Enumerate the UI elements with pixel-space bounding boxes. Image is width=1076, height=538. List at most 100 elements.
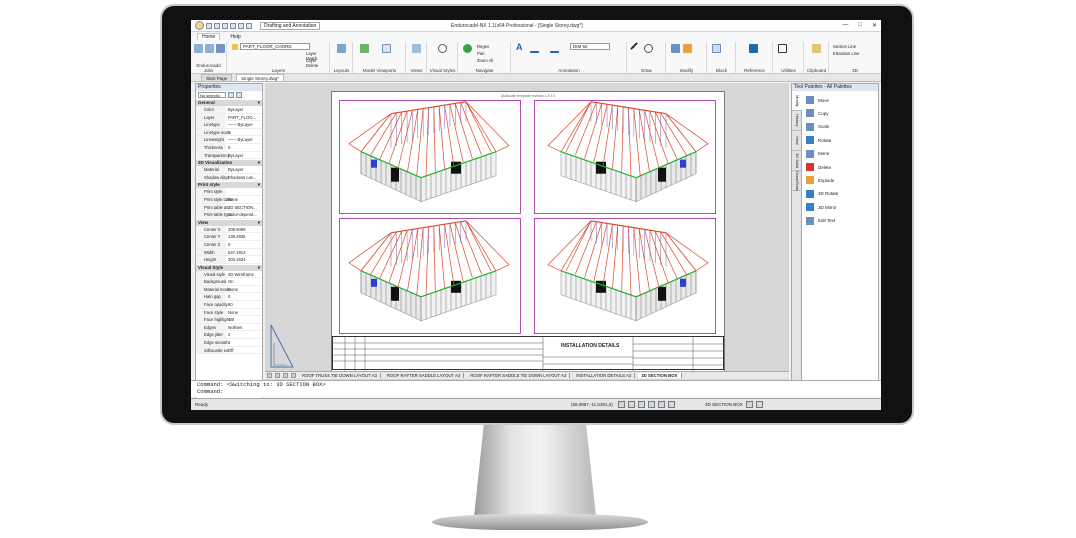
layer-dropdown[interactable]: PART_FLOOR_CHORD (240, 43, 310, 50)
modify-tool-icon[interactable] (683, 44, 692, 53)
viewport-1[interactable] (339, 100, 521, 214)
redo-icon[interactable] (246, 22, 252, 29)
command-line[interactable]: Command: <Switching to: 3D SECTION BOX> … (191, 380, 881, 397)
explore-jobs-icon[interactable] (216, 44, 225, 53)
props-row[interactable]: Center Y 139.2935 (196, 233, 262, 241)
tab-help[interactable]: Help (230, 34, 240, 40)
pan-button[interactable]: Pan (477, 51, 484, 56)
prop-value[interactable]: Off (226, 347, 262, 354)
props-row[interactable]: Material mode None (196, 285, 262, 294)
prop-value[interactable]: 0 (226, 293, 262, 300)
props-row[interactable]: Halo gap 0 (196, 293, 262, 302)
command-input[interactable]: Command: (197, 388, 881, 395)
props-section-general[interactable]: General (196, 100, 262, 106)
update-job-icon[interactable] (205, 44, 214, 53)
viewports-icon[interactable] (360, 44, 369, 53)
undo-icon[interactable] (238, 22, 244, 29)
props-row[interactable]: Print style table None (196, 195, 262, 204)
lineweight-icon[interactable] (668, 401, 675, 408)
prop-value[interactable]: ByLayer (226, 152, 262, 159)
installation-details-icon[interactable] (749, 44, 758, 53)
viewport-layout-icon[interactable] (382, 44, 391, 53)
props-row[interactable]: Linetype —— ByLayer (196, 121, 262, 129)
dim-style-dropdown[interactable]: DIM 50 (570, 43, 610, 50)
palette-tab-history[interactable]: History (792, 111, 802, 131)
prop-value[interactable]: None (226, 309, 262, 316)
move-icon[interactable] (671, 44, 680, 53)
props-row[interactable]: Center Z0 (196, 240, 262, 249)
layout-tab-installation-details[interactable]: INSTALLATION DETAILS A3 (573, 373, 636, 378)
viewport-4[interactable] (534, 218, 716, 334)
prop-value[interactable]: 139.2935 (226, 233, 262, 240)
palette-item-3d-mirror[interactable]: 3D Mirror (806, 201, 837, 213)
prop-value[interactable]: 0 (226, 144, 262, 151)
fullscreen-icon[interactable] (755, 401, 763, 408)
line-icon[interactable] (630, 42, 643, 55)
palette-item-scale[interactable]: Scale (806, 121, 829, 133)
props-section-print-style[interactable]: Print style (196, 182, 262, 189)
elevation-line-button[interactable]: Elevation Line (833, 51, 859, 56)
props-row[interactable]: Face style None (196, 308, 262, 317)
props-row[interactable]: Color ByLayer (196, 106, 262, 114)
prop-value[interactable]: 0 (226, 241, 262, 248)
close-icon[interactable]: ✕ (872, 22, 877, 29)
prop-value[interactable]: 1 (226, 339, 262, 346)
settings-icon[interactable] (745, 401, 753, 408)
prop-value[interactable]: —— ByLayer (226, 121, 262, 128)
orbit-icon[interactable] (463, 44, 472, 53)
props-row[interactable]: Print table att 3D SECTION... (196, 203, 262, 212)
group-icon[interactable] (778, 44, 787, 53)
palette-item-rotate[interactable]: Rotate (806, 134, 831, 146)
layout-tab-3d-section-box[interactable]: 3D SECTION BOX (638, 373, 682, 378)
prop-value[interactable]: -30 (226, 316, 262, 323)
quick-select-icon[interactable] (228, 92, 234, 98)
palette-item-3d-rotate[interactable]: 3D Rotate (806, 188, 838, 200)
polar-icon[interactable] (648, 401, 655, 408)
props-row[interactable]: Face opacity 60 (196, 301, 262, 309)
palette-item-move[interactable]: Move (806, 94, 829, 106)
app-menu-icon[interactable] (195, 21, 204, 30)
palette-item-explode[interactable]: Explode (806, 174, 834, 186)
prop-value[interactable]: 3D SECTION... (226, 204, 262, 211)
prop-value[interactable]: ByLayer (226, 106, 262, 113)
open-icon[interactable] (214, 22, 220, 29)
layer-bulb-icon[interactable] (232, 44, 238, 50)
prop-value[interactable]: 303.1634 (226, 256, 262, 263)
paste-icon[interactable] (812, 44, 821, 53)
zoom-all-button[interactable]: Zoom All (477, 58, 493, 63)
palette-item-edit-text[interactable]: Edit Text (806, 215, 835, 227)
tab-start-page[interactable]: Start Page (201, 74, 233, 81)
layout-tab-truss-tie-down[interactable]: ROOF TRUSS TIE DOWN LAYOUT A3 (299, 373, 381, 378)
props-row[interactable]: Background On (196, 278, 262, 286)
props-row[interactable]: Print style (196, 188, 262, 196)
props-row[interactable]: Center X 209.5099 (196, 225, 262, 234)
props-row[interactable]: Print table type Color-depend... (196, 211, 262, 219)
prop-value[interactable]: On (226, 278, 262, 285)
prop-value[interactable]: 1 (226, 129, 262, 136)
prop-value[interactable]: Shadows cas... (226, 174, 262, 181)
prev-layout-icon[interactable] (275, 373, 280, 378)
minimize-icon[interactable]: — (842, 22, 848, 29)
next-layout-icon[interactable] (283, 373, 288, 378)
layer-delete-button[interactable]: Layer Delete (306, 58, 329, 68)
drawing-area[interactable]: Quikscale template revision 1.8 1.0 INST… (265, 83, 789, 397)
palette-tab-draw-grids[interactable]: Draw/Grids (792, 171, 802, 191)
palette-tab-3d-solid[interactable]: 3D Solid (792, 151, 802, 171)
first-layout-icon[interactable] (267, 373, 272, 378)
wireframe-icon[interactable] (438, 44, 447, 53)
circle-icon[interactable] (644, 44, 653, 53)
tab-home[interactable]: Home (197, 33, 221, 40)
props-row[interactable]: Layer PART_FLOO... (196, 113, 262, 122)
props-row[interactable]: Silhouette ed Off (196, 346, 262, 355)
load-job-icon[interactable] (194, 44, 203, 53)
props-row[interactable]: Face highlight -30 (196, 316, 262, 324)
layout-tab-rafter-saddle-tie-down[interactable]: ROOF RAFTER SADDLE TIE DOWN LAYOUT A3 (467, 373, 571, 378)
props-section-visual-style[interactable]: Visual Style (196, 264, 262, 271)
tab-drawing[interactable]: Single Storey.dwg* (236, 74, 284, 81)
prop-value[interactable]: None (226, 286, 262, 293)
prop-value[interactable]: 209.5099 (226, 226, 262, 233)
selection-dropdown[interactable]: No selectio (198, 92, 226, 98)
palette-item-mirror[interactable]: Mirror (806, 148, 830, 160)
props-row[interactable]: Visual style 2D Wireframe (196, 270, 262, 279)
prop-value[interactable]: —— ByLayer (226, 136, 262, 143)
